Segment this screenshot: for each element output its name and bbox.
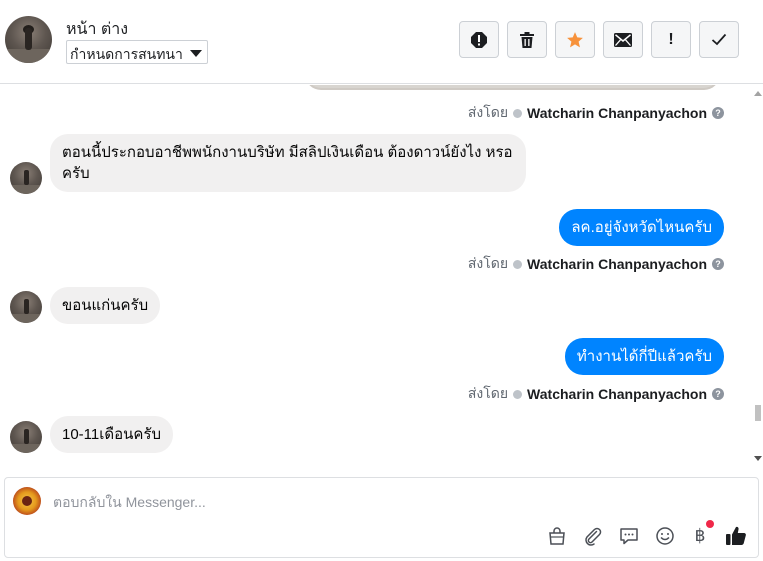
star-icon [567, 31, 583, 47]
page-avatar [13, 487, 41, 515]
sent-indicator-icon [513, 389, 523, 399]
like-button[interactable] [725, 525, 747, 547]
reply-composer: ฿ [4, 477, 759, 558]
scroll-up-arrow-icon[interactable] [754, 91, 762, 96]
saved-replies-button[interactable] [618, 525, 640, 547]
sent-indicator-icon [513, 108, 523, 118]
mail-button[interactable] [603, 21, 643, 58]
conversation-status-select[interactable]: กำหนดการสนทนา [66, 40, 208, 64]
previous-image-attachment[interactable] [305, 85, 720, 90]
sent-indicator-icon [513, 259, 523, 269]
reply-input[interactable] [53, 492, 653, 512]
thread-scrollbar[interactable] [751, 85, 763, 463]
sender-name[interactable]: Watcharin Chanpanyachon [527, 256, 707, 272]
mark-unread-icon: ! [668, 30, 674, 48]
help-icon[interactable]: ? [712, 107, 724, 119]
report-button[interactable] [459, 21, 499, 58]
thumbs-up-icon [726, 526, 746, 545]
star-button[interactable] [555, 21, 595, 58]
conversation-status-value: กำหนดการสนทนา [70, 46, 183, 62]
message-thread[interactable]: ส่งโดย Watcharin Chanpanyachon ? ตอนนี้ป… [0, 85, 763, 463]
scroll-down-arrow-icon[interactable] [754, 456, 762, 461]
message-bubble-outgoing[interactable]: ลค.อยู่จังหวัดไหนครับ [559, 209, 724, 246]
scrollbar-thumb[interactable] [755, 405, 761, 421]
trash-icon [520, 31, 534, 48]
delete-button[interactable] [507, 21, 547, 58]
sender-name[interactable]: Watcharin Chanpanyachon [527, 105, 707, 121]
baht-icon: ฿ [694, 526, 706, 546]
help-icon[interactable]: ? [712, 388, 724, 400]
sent-by-line: ส่งโดย Watcharin Chanpanyachon ? [468, 253, 724, 275]
payment-button[interactable]: ฿ [689, 525, 711, 547]
notification-dot [706, 520, 714, 528]
shopping-bag-icon [549, 527, 565, 545]
message-bubble-incoming[interactable]: ขอนแก่นครับ [50, 287, 161, 324]
sender-name[interactable]: Watcharin Chanpanyachon [527, 386, 707, 402]
chevron-down-icon [190, 50, 202, 57]
chat-bubble-icon [620, 528, 638, 545]
emoji-button[interactable] [654, 525, 676, 547]
help-icon[interactable]: ? [712, 258, 724, 270]
mark-unread-button[interactable]: ! [651, 21, 691, 58]
contact-name[interactable]: หน้า ต่าง [66, 17, 128, 42]
checkmark-icon [711, 33, 727, 46]
conversation-header: หน้า ต่าง กำหนดการสนทนา ! [0, 0, 763, 84]
message-bubble-incoming[interactable]: ตอนนี้ประกอบอาชีพพนักงานบริษัท มีสลิปเงิ… [50, 134, 526, 192]
contact-avatar[interactable] [5, 16, 52, 63]
message-bubble-incoming[interactable]: 10-11เดือนครับ [50, 416, 173, 453]
contact-avatar-small[interactable] [10, 162, 42, 194]
emoji-icon [656, 527, 674, 545]
contact-avatar-small[interactable] [10, 291, 42, 323]
message-bubble-outgoing[interactable]: ทำงานได้กี่ปีแล้วครับ [564, 338, 724, 375]
contact-avatar-small[interactable] [10, 421, 42, 453]
attach-button[interactable] [582, 525, 604, 547]
sent-by-line: ส่งโดย Watcharin Chanpanyachon ? [468, 383, 724, 405]
shopping-bag-button[interactable] [546, 525, 568, 547]
report-icon [471, 31, 487, 48]
paperclip-icon [585, 527, 602, 546]
sent-by-line: ส่งโดย Watcharin Chanpanyachon ? [468, 102, 724, 124]
mail-icon [614, 32, 632, 47]
mark-done-button[interactable] [699, 21, 739, 58]
